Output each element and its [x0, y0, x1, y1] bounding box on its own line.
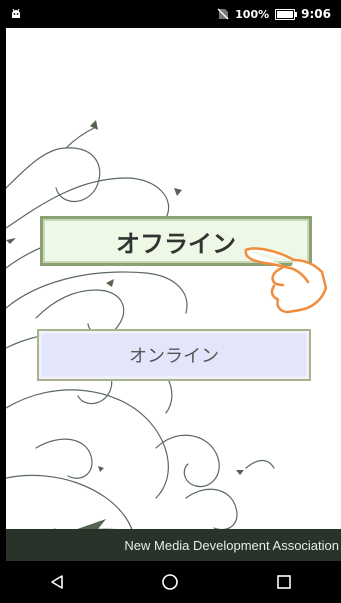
no-sim-icon	[217, 8, 229, 20]
battery-icon	[275, 8, 298, 20]
android-icon	[12, 8, 20, 18]
recents-icon	[277, 575, 291, 589]
online-button-label: オンライン	[129, 346, 219, 367]
footer-bar: New Media Development Association	[6, 529, 341, 561]
battery-percent: 100%	[235, 7, 270, 21]
pointing-hand-icon	[244, 247, 328, 314]
home-button[interactable]	[150, 562, 190, 602]
app-screen: オフライン オンライン New Media Development Associ…	[6, 28, 341, 561]
online-button[interactable]: オンライン	[37, 329, 311, 381]
back-icon	[51, 575, 63, 589]
back-button[interactable]	[37, 562, 77, 602]
offline-button-label: オフライン	[116, 229, 236, 258]
navigation-bar	[0, 561, 341, 603]
status-left	[10, 8, 22, 20]
status-right: 100% 9:06	[217, 7, 331, 21]
status-time: 9:06	[301, 7, 331, 21]
recents-button[interactable]	[264, 562, 304, 602]
home-icon	[162, 574, 179, 590]
status-bar: 100% 9:06	[0, 0, 341, 28]
footer-text: New Media Development Association	[124, 537, 339, 553]
